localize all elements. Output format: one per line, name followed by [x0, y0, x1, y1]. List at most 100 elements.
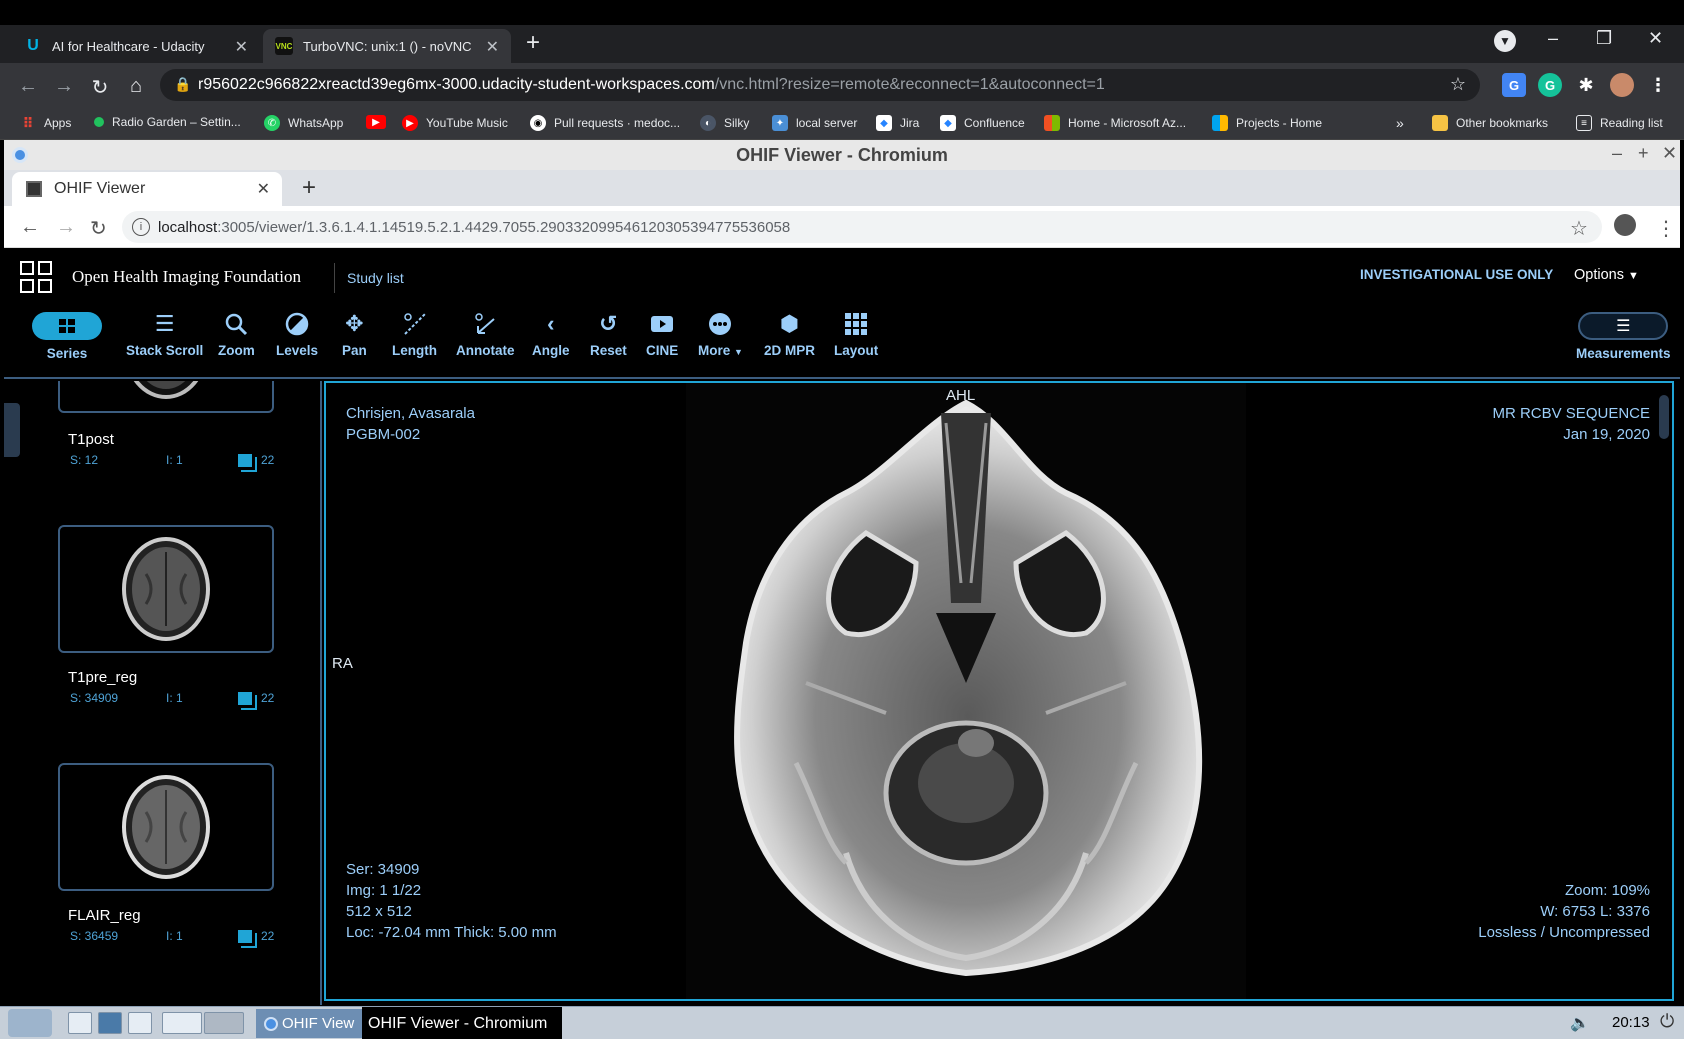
more-bookmarks-button[interactable]: »: [1396, 115, 1404, 131]
bookmark-youtube-music[interactable]: ▶ YouTube Music: [402, 115, 508, 131]
tool-label: Layout: [834, 343, 879, 358]
options-menu[interactable]: Options ▼: [1574, 267, 1639, 283]
reload-icon[interactable]: ↻: [88, 75, 112, 100]
reading-list[interactable]: ≡ Reading list: [1576, 115, 1663, 131]
count-value: 22: [261, 691, 275, 705]
local-server-icon: ✦: [772, 115, 788, 131]
forward-icon[interactable]: →: [56, 216, 76, 239]
translate-icon[interactable]: G: [1502, 73, 1526, 97]
measurements-button[interactable]: ☰ Measurements: [1576, 307, 1671, 361]
bookmark-label: Silky: [724, 116, 750, 130]
study-list-link[interactable]: Study list: [334, 263, 404, 293]
tab-search-icon[interactable]: ▼: [1494, 30, 1516, 52]
bookmark-azure[interactable]: Home - Microsoft Az...: [1044, 115, 1186, 131]
annotate-tool[interactable]: Annotate: [456, 307, 515, 358]
browser-launcher-icon[interactable]: [162, 1012, 202, 1034]
vnc-icon: VNC: [275, 37, 293, 55]
image-viewport[interactable]: Chrisjen, Avasarala PGBM-002 MR RCBV SEQ…: [324, 381, 1674, 1001]
brain-thumbnail-image: [133, 381, 199, 399]
back-icon[interactable]: ←: [16, 75, 40, 98]
terminal-icon[interactable]: [128, 1012, 152, 1034]
length-tool[interactable]: Length: [392, 307, 437, 358]
stack-scroll-tool[interactable]: ☰ Stack Scroll: [126, 307, 203, 358]
home-icon[interactable]: ⌂: [124, 75, 148, 98]
taskbar-task-ohif[interactable]: OHIF View: [256, 1009, 362, 1038]
window-level: W: 6753 L: 3376: [1540, 903, 1650, 920]
bookmark-confluence[interactable]: ◆ Confluence: [940, 115, 1025, 131]
mpr-tool[interactable]: ⬢ 2D MPR: [764, 307, 815, 358]
video-icon: [650, 307, 674, 341]
file-manager-icon[interactable]: [68, 1012, 92, 1034]
reset-tool[interactable]: ↺ Reset: [590, 307, 627, 358]
close-window-icon[interactable]: ✕: [1648, 28, 1663, 49]
series-thumbnail[interactable]: [58, 525, 274, 653]
layout-tool[interactable]: Layout: [834, 307, 878, 358]
cine-tool[interactable]: CINE: [646, 307, 678, 358]
bookmark-apps[interactable]: ⠿ Apps: [20, 115, 72, 131]
close-window-icon[interactable]: ✕: [1662, 143, 1677, 164]
network-icon[interactable]: [98, 1012, 122, 1034]
bookmark-whatsapp[interactable]: ✆ WhatsApp: [264, 115, 343, 131]
taskbar-task-chromium[interactable]: OHIF Viewer - Chromium: [362, 1007, 562, 1039]
close-tab-icon[interactable]: ✕: [486, 37, 499, 57]
tab-novnc[interactable]: VNC TurboVNC: unix:1 () - noVNC ✕: [263, 29, 511, 63]
bookmark-local-server[interactable]: ✦ local server: [772, 115, 857, 131]
bookmark-radio-garden[interactable]: Radio Garden – Settin...: [94, 115, 241, 129]
reload-icon[interactable]: ↻: [90, 216, 107, 241]
more-tools-button[interactable]: More ▼: [698, 307, 743, 358]
bookmark-jira[interactable]: ◆ Jira: [876, 115, 919, 131]
outer-url-field[interactable]: 🔒 r956022c966822xreactd39eg6mx-3000.udac…: [160, 69, 1480, 101]
tool-label: Reset: [590, 343, 627, 358]
minimize-icon[interactable]: –: [1612, 143, 1622, 164]
profile-avatar[interactable]: [1610, 73, 1634, 97]
tab-ohif-viewer[interactable]: OHIF Viewer ✕: [12, 172, 282, 206]
bookmark-silky[interactable]: ◐ Silky: [700, 115, 749, 131]
levels-tool[interactable]: Levels: [276, 307, 318, 358]
maximize-icon[interactable]: +: [1638, 143, 1649, 164]
panel-drawer-handle[interactable]: [4, 403, 20, 457]
pan-tool[interactable]: ✥ Pan: [342, 307, 367, 358]
maximize-icon[interactable]: ❐: [1596, 28, 1612, 49]
bookmark-projects[interactable]: Projects - Home: [1212, 115, 1322, 131]
bookmark-youtube[interactable]: ▶: [366, 115, 394, 129]
series-button[interactable]: Series: [32, 307, 102, 361]
desktop-icon[interactable]: [204, 1012, 244, 1034]
bookmark-star-icon[interactable]: ☆: [1570, 216, 1588, 241]
ohif-logo-icon[interactable]: [20, 261, 52, 293]
study-info: MR RCBV SEQUENCE Jan 19, 2020: [1492, 403, 1650, 445]
tab-title: TurboVNC: unix:1 () - noVNC: [303, 38, 472, 54]
forward-icon[interactable]: →: [52, 75, 76, 98]
bookmark-label: Pull requests · medoc...: [554, 116, 681, 130]
viewport-scrollbar[interactable]: [1659, 395, 1669, 439]
bookmark-other[interactable]: Other bookmarks: [1432, 115, 1548, 131]
minimize-icon[interactable]: –: [1548, 28, 1558, 49]
back-icon[interactable]: ←: [20, 216, 40, 239]
series-thumbnail[interactable]: [58, 381, 274, 413]
grammarly-icon[interactable]: G: [1538, 73, 1562, 97]
tab-title: OHIF Viewer: [54, 180, 146, 197]
close-tab-icon[interactable]: ✕: [257, 179, 270, 199]
account-icon[interactable]: [1614, 214, 1636, 236]
bookmark-label: YouTube Music: [426, 116, 508, 130]
volume-icon[interactable]: 🔈: [1570, 1013, 1590, 1033]
inner-window-titlebar: OHIF Viewer - Chromium – + ✕: [4, 140, 1680, 170]
start-menu-icon[interactable]: [8, 1009, 52, 1037]
tool-label: Measurements: [1576, 346, 1671, 361]
series-thumbnail[interactable]: [58, 763, 274, 891]
new-tab-button[interactable]: +: [526, 29, 540, 57]
angle-tool[interactable]: ‹ Angle: [532, 307, 570, 358]
image-dimensions: 512 x 512: [346, 903, 412, 920]
new-tab-button[interactable]: +: [302, 174, 316, 202]
close-tab-icon[interactable]: ✕: [235, 37, 248, 57]
power-icon[interactable]: ⏻: [1660, 1011, 1674, 1032]
bookmark-github[interactable]: ◉ Pull requests · medoc...: [530, 115, 680, 131]
extensions-icon[interactable]: ✱: [1574, 73, 1598, 97]
orientation-marker-top: AHL: [946, 387, 976, 404]
menu-icon[interactable]: ⋮: [1646, 73, 1670, 97]
bookmark-label: Apps: [44, 116, 72, 130]
zoom-tool[interactable]: Zoom: [218, 307, 255, 358]
menu-icon[interactable]: ⋮: [1656, 216, 1676, 241]
tab-udacity[interactable]: U AI for Healthcare - Udacity ✕: [12, 29, 260, 63]
bookmark-star-icon[interactable]: ☆: [1450, 74, 1466, 95]
inner-url-field[interactable]: i localhost:3005/viewer/1.3.6.1.4.1.1451…: [122, 211, 1602, 243]
